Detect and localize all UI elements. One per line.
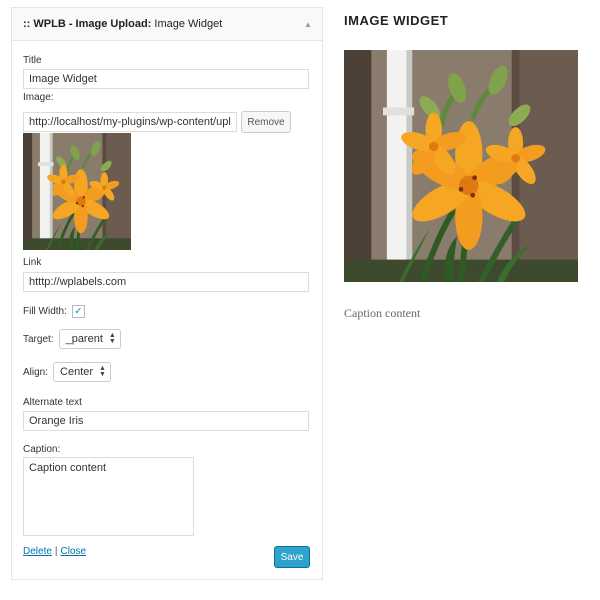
image-thumbnail — [23, 133, 131, 250]
title-input[interactable] — [23, 69, 309, 89]
image-label: Image: — [23, 92, 54, 103]
widget-actions: Delete | Close — [23, 546, 86, 557]
remove-button[interactable]: Remove — [241, 111, 291, 133]
target-select-value: _parent — [65, 333, 103, 345]
widget-title-name: Image Widget — [154, 18, 223, 30]
title-label: Title — [23, 55, 42, 66]
target-select[interactable]: _parent ▲ ▼ — [58, 329, 121, 349]
alternate-text-input[interactable] — [23, 411, 309, 431]
save-button[interactable]: Save — [274, 546, 310, 568]
alternate-text-label: Alternate text — [23, 397, 82, 408]
select-arrows-icon: ▲ ▼ — [99, 365, 106, 378]
preview-heading: IMAGE WIDGET — [344, 13, 449, 28]
arrow-up-icon[interactable]: ▲ — [304, 20, 312, 29]
separator: | — [54, 546, 58, 557]
widget-header[interactable]: :: WPLB - Image Upload: Image Widget ▲ — [12, 8, 322, 41]
checkmark-icon: ✓ — [74, 306, 83, 317]
align-label: Align: — [23, 366, 49, 378]
widget-title-prefix: :: WPLB - Image Upload: — [23, 18, 152, 30]
caption-textarea[interactable]: Caption content — [23, 457, 194, 536]
fill-width-row: Fill Width: ✓ — [23, 305, 85, 318]
target-label: Target: — [23, 333, 54, 345]
preview-image — [344, 50, 578, 282]
delete-link[interactable]: Delete — [23, 546, 52, 557]
align-select[interactable]: Center ▲ ▼ — [53, 362, 111, 382]
widget-header-title: :: WPLB - Image Upload: Image Widget — [23, 18, 222, 30]
preview-caption: Caption content — [344, 306, 421, 320]
align-select-value: Center — [60, 366, 94, 378]
close-link[interactable]: Close — [61, 546, 87, 557]
image-url-input[interactable] — [23, 112, 237, 132]
widget-panel: :: WPLB - Image Upload: Image Widget ▲ T… — [11, 7, 323, 580]
target-row: Target: _parent ▲ ▼ — [23, 329, 121, 349]
link-label: Link — [23, 257, 42, 268]
fill-width-checkbox[interactable]: ✓ — [71, 305, 85, 318]
link-input[interactable] — [23, 272, 309, 292]
fill-width-label: Fill Width: — [23, 306, 67, 317]
select-arrows-icon: ▲ ▼ — [108, 332, 116, 345]
caption-label: Caption: — [23, 444, 61, 455]
align-row: Align: Center ▲ ▼ — [23, 362, 111, 382]
